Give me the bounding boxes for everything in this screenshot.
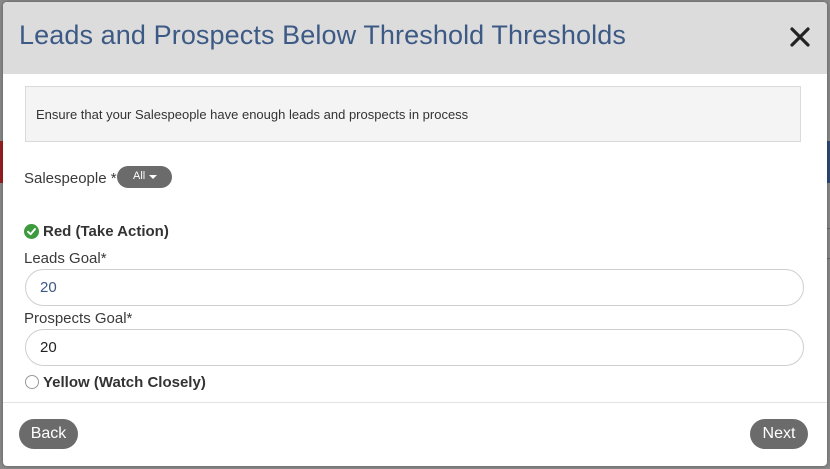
salespeople-label: Salespeople * — [24, 170, 117, 187]
next-button[interactable]: Next — [750, 419, 808, 449]
back-button[interactable]: Back — [19, 419, 78, 449]
info-box: Ensure that your Salespeople have enough… — [25, 86, 801, 142]
close-icon — [790, 27, 810, 47]
leads-goal-input[interactable] — [25, 269, 804, 306]
salespeople-dropdown[interactable]: All — [117, 166, 172, 188]
prospects-goal-label: Prospects Goal* — [24, 310, 133, 327]
red-level-radio[interactable] — [24, 224, 39, 239]
yellow-level-label: Yellow (Watch Closely) — [43, 374, 206, 391]
prospects-goal-input[interactable] — [25, 329, 804, 366]
leads-goal-label: Leads Goal* — [24, 250, 107, 267]
close-button[interactable] — [787, 24, 813, 50]
thresholds-modal: Leads and Prospects Below Threshold Thre… — [3, 2, 827, 466]
yellow-level-radio[interactable] — [25, 375, 39, 389]
modal-title: Leads and Prospects Below Threshold Thre… — [19, 20, 626, 50]
red-level-label: Red (Take Action) — [43, 223, 169, 240]
chevron-down-icon — [149, 175, 157, 179]
footer-divider — [3, 402, 827, 403]
info-text: Ensure that your Salespeople have enough… — [36, 107, 469, 122]
salespeople-selected-value: All — [133, 170, 146, 182]
modal-header: Leads and Prospects Below Threshold Thre… — [3, 2, 827, 74]
check-icon — [27, 228, 36, 236]
